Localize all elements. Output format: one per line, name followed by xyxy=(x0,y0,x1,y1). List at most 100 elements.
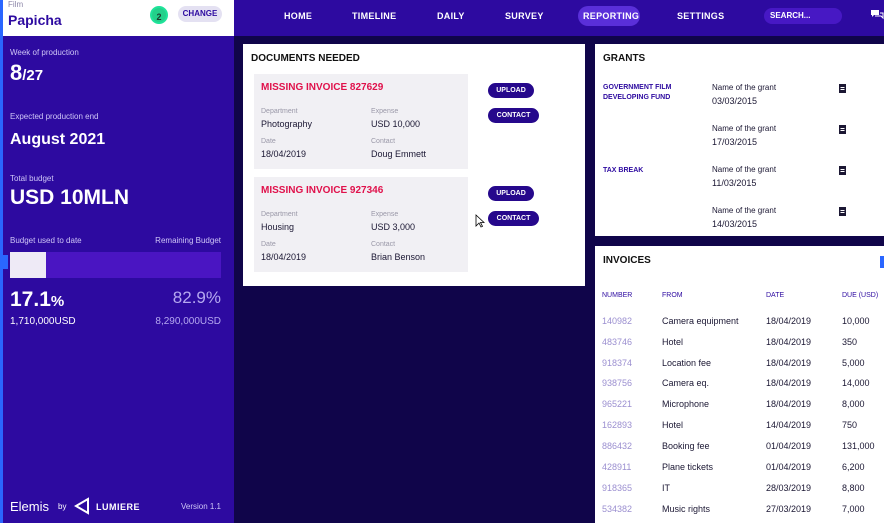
week-value: 8/27 xyxy=(10,60,43,86)
invoice-from: Microphone xyxy=(662,399,710,409)
department-value: Photography xyxy=(261,119,313,129)
invoice-due: 350 xyxy=(842,337,858,347)
grant-org: TAX BREAK xyxy=(603,167,644,174)
progress-marker xyxy=(0,255,8,269)
total-budget-value: USD 10MLN xyxy=(10,186,130,209)
table-row[interactable]: 886432 Booking fee 01/04/2019 131,000 xyxy=(595,441,884,457)
document-card: MISSING INVOICE 927346 Department Housin… xyxy=(254,177,468,272)
invoice-date: 18/04/2019 xyxy=(766,337,812,347)
document-title: MISSING INVOICE 927346 xyxy=(261,185,384,196)
expense-value: USD 10,000 xyxy=(371,119,421,129)
document-card: MISSING INVOICE 827629 Department Photog… xyxy=(254,74,468,169)
table-row[interactable]: 428911 Plane tickets 01/04/2019 6,200 xyxy=(595,462,884,478)
lumiere-logo-icon xyxy=(74,497,89,515)
invoice-from: Hotel xyxy=(662,337,684,347)
document-title: MISSING INVOICE 827629 xyxy=(261,82,384,93)
change-film-button[interactable]: CHANGE xyxy=(178,6,222,22)
invoice-from: Camera equipment xyxy=(662,316,739,326)
nav-settings[interactable]: SETTINGS xyxy=(677,11,724,21)
invoice-due: 5,000 xyxy=(842,358,865,368)
date-label: Date xyxy=(261,138,276,145)
search-input[interactable]: SEARCH... xyxy=(764,8,842,24)
invoice-date: 01/04/2019 xyxy=(766,441,812,451)
table-row[interactable]: 918365 IT 28/03/2019 8,800 xyxy=(595,483,884,499)
invoice-from: Music rights xyxy=(662,504,711,514)
date-value: 18/04/2019 xyxy=(261,149,307,159)
invoice-due: 7,000 xyxy=(842,504,865,514)
document-icon[interactable] xyxy=(838,125,847,134)
invoice-number: 162893 xyxy=(602,420,633,430)
table-row[interactable]: 140982 Camera equipment 18/04/2019 10,00… xyxy=(595,316,884,332)
grants-panel-title: GRANTS xyxy=(603,53,646,64)
invoice-due: 8,800 xyxy=(842,483,865,493)
notification-badge[interactable]: 2 xyxy=(150,6,168,24)
used-percent-value: 17.1 xyxy=(10,288,51,311)
invoice-from: Booking fee xyxy=(662,441,710,451)
invoice-number: 886432 xyxy=(602,441,633,451)
upload-button[interactable]: UPLOAD xyxy=(488,83,534,98)
nav-daily[interactable]: DAILY xyxy=(437,11,465,21)
partner-name: LUMIERE xyxy=(96,502,140,512)
document-icon[interactable] xyxy=(838,166,847,175)
invoice-date: 18/04/2019 xyxy=(766,378,812,388)
document-icon[interactable] xyxy=(838,84,847,93)
expense-label: Expense xyxy=(371,211,399,218)
table-row[interactable]: 965221 Microphone 18/04/2019 8,000 xyxy=(595,399,884,415)
remaining-budget-label: Remaining Budget xyxy=(155,236,221,245)
contact-label: Contact xyxy=(371,138,396,145)
table-row[interactable]: 162893 Hotel 14/04/2019 750 xyxy=(595,420,884,436)
film-label: Film xyxy=(8,0,24,9)
invoice-date: 27/03/2019 xyxy=(766,504,812,514)
scroll-indicator xyxy=(880,256,884,268)
department-label: Department xyxy=(261,211,298,218)
used-percent: 17.1% xyxy=(10,288,64,312)
contact-button[interactable]: CONTACT xyxy=(488,211,539,226)
week-total: /27 xyxy=(22,67,44,84)
upload-button[interactable]: UPLOAD xyxy=(488,186,534,201)
table-row[interactable]: 534382 Music rights 27/03/2019 7,000 xyxy=(595,504,884,520)
top-nav: HOME TIMELINE DAILY SURVEY REPORTING SET… xyxy=(234,0,884,36)
mouse-pointer-icon xyxy=(475,214,485,228)
grant-date: 14/03/2015 xyxy=(712,219,758,229)
table-row[interactable]: 483746 Hotel 18/04/2019 350 xyxy=(595,337,884,353)
invoice-from: Hotel xyxy=(662,420,684,430)
invoice-number: 483746 xyxy=(602,337,633,347)
document-icon[interactable] xyxy=(838,207,847,216)
chat-icon[interactable] xyxy=(870,8,884,22)
invoice-from: Camera eq. xyxy=(662,378,710,388)
invoice-from: Location fee xyxy=(662,358,712,368)
nav-reporting[interactable]: REPORTING xyxy=(583,11,639,21)
invoice-date: 18/04/2019 xyxy=(766,316,812,326)
grant-date: 03/03/2015 xyxy=(712,96,758,106)
expense-value: USD 3,000 xyxy=(371,222,416,232)
invoice-date: 01/04/2019 xyxy=(766,462,812,472)
date-value: 18/04/2019 xyxy=(261,252,307,262)
invoice-due: 131,000 xyxy=(842,441,875,451)
column-header-from: FROM xyxy=(662,292,683,299)
invoice-due: 10,000 xyxy=(842,316,870,326)
column-header-date: DATE xyxy=(766,292,785,299)
week-current: 8 xyxy=(10,60,23,85)
nav-survey[interactable]: SURVEY xyxy=(505,11,544,21)
nav-timeline[interactable]: TIMELINE xyxy=(352,11,396,21)
brand-name: Elemis xyxy=(10,499,50,514)
production-end-value: August 2021 xyxy=(10,131,106,148)
nav-home[interactable]: HOME xyxy=(284,11,312,21)
invoice-date: 14/04/2019 xyxy=(766,420,812,430)
table-row[interactable]: 938756 Camera eq. 18/04/2019 14,000 xyxy=(595,378,884,394)
expense-label: Expense xyxy=(371,108,399,115)
grant-org: GOVERNMENT FILM DEVELOPING FUND xyxy=(603,84,672,101)
used-amount: 1,710,000USD xyxy=(10,316,76,327)
contact-value: Brian Benson xyxy=(371,252,426,262)
invoice-due: 750 xyxy=(842,420,858,430)
department-value: Housing xyxy=(261,222,295,232)
invoice-number: 918374 xyxy=(602,358,633,368)
contact-button[interactable]: CONTACT xyxy=(488,108,539,123)
invoice-from: Plane tickets xyxy=(662,462,714,472)
invoice-number: 938756 xyxy=(602,378,633,388)
grant-date: 11/03/2015 xyxy=(712,178,757,188)
brand-by: by xyxy=(58,502,67,511)
budget-used-label: Budget used to date xyxy=(10,236,82,245)
table-row[interactable]: 918374 Location fee 18/04/2019 5,000 xyxy=(595,358,884,374)
grant-name: Name of the grant xyxy=(712,206,777,215)
